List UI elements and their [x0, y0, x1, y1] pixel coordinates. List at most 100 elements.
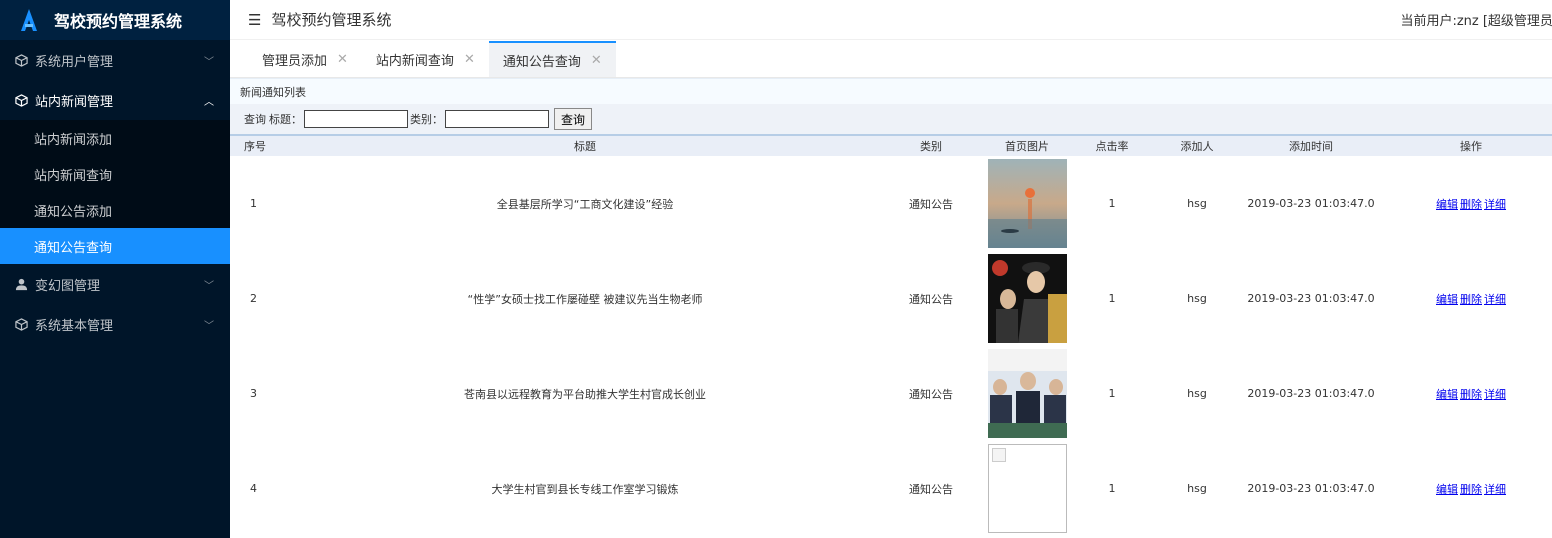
menu-system-users[interactable]: 系统用户管理 ﹀ [0, 40, 230, 80]
col-actions: 操作 [1380, 136, 1552, 156]
cell-category: 通知公告 [909, 482, 953, 496]
sidebar-item-news-add[interactable]: 站内新闻添加 [0, 120, 230, 156]
cube-icon [14, 317, 28, 331]
cell-clicks: 1 [1108, 197, 1116, 210]
current-user: 当前用户:znz [超级管理员] [1400, 14, 1552, 29]
news-table: 序号 标题 类别 首页图片 点击率 添加人 添加时间 操作 1 全县基层所学习“… [230, 136, 1552, 536]
cube-icon [14, 93, 28, 107]
edit-link[interactable]: 编辑 [1436, 293, 1458, 306]
impressionist-sunrise-image [987, 159, 1067, 248]
cell-category: 通知公告 [909, 292, 953, 306]
submenu-site-news: 站内新闻添加 站内新闻查询 通知公告添加 通知公告查询 [0, 120, 230, 264]
table-row: 1 全县基层所学习“工商文化建设”经验 通知公告 1 hsg 2019-03-2… [230, 156, 1552, 251]
detail-link[interactable]: 详细 [1484, 293, 1506, 306]
cell-category: 通知公告 [909, 387, 953, 401]
cell-title: 大学生村官到县长专线工作室学习锻炼 [491, 482, 679, 496]
edit-link[interactable]: 编辑 [1436, 388, 1458, 401]
main-content: 新闻通知列表 查询 标题： 类别： 查询 序号 标题 类别 首页图片 点击率 添… [230, 78, 1552, 538]
close-icon[interactable]: ✕ [464, 52, 475, 67]
menu-system-basic[interactable]: 系统基本管理 ﹀ [0, 304, 230, 344]
category-search-input[interactable] [445, 110, 549, 128]
cell-clicks: 1 [1108, 292, 1116, 305]
cell-title: “性学”女硕士找工作屡碰壁 被建议先当生物老师 [467, 292, 703, 306]
menu-fold-icon[interactable]: ☰ [248, 11, 261, 29]
col-category: 类别 [880, 136, 982, 156]
detail-link[interactable]: 详细 [1484, 388, 1506, 401]
table-row: 3 苍南县以远程教育为平台助推大学生村官成长创业 通知公告 1 hsg 2019… [230, 346, 1552, 441]
detail-link[interactable]: 详细 [1484, 198, 1506, 211]
tab-label: 站内新闻查询 [375, 53, 454, 69]
menu-label: 系统基本管理 [35, 318, 114, 334]
delete-link[interactable]: 删除 [1460, 388, 1482, 401]
col-no: 序号 [230, 136, 290, 156]
cell-actions: 编辑 删除 详细 [1380, 441, 1552, 536]
cell-actions: 编辑 删除 详细 [1380, 346, 1552, 441]
cell-category: 通知公告 [909, 197, 953, 211]
menu-label: 站内新闻管理 [35, 94, 114, 110]
tab-label: 通知公告查询 [502, 54, 581, 70]
delete-link[interactable]: 删除 [1460, 198, 1482, 211]
category-label: 类别： [410, 113, 443, 126]
cell-image [982, 346, 1072, 441]
delete-link[interactable]: 删除 [1460, 293, 1482, 306]
search-button[interactable]: 查询 [554, 108, 593, 130]
cell-image [982, 251, 1072, 346]
user-icon [14, 277, 28, 291]
cell-time: 2019-03-23 01:03:47.0 [1247, 387, 1375, 400]
col-clicks: 点击率 [1072, 136, 1152, 156]
chevron-down-icon: ﹀ [204, 56, 214, 68]
cell-no: 4 [250, 482, 257, 495]
tab-news-query[interactable]: 站内新闻查询 ✕ [362, 41, 489, 77]
cell-time: 2019-03-23 01:03:47.0 [1247, 197, 1375, 210]
title-search-input[interactable] [304, 110, 408, 128]
header-title: 驾校预约管理系统 [271, 11, 392, 29]
broken-image-icon [987, 444, 1067, 533]
cell-no: 1 [250, 197, 257, 210]
col-title: 标题 [290, 136, 880, 156]
app-logo-bar: 驾校预约管理系统 [0, 0, 230, 40]
detail-link[interactable]: 详细 [1484, 483, 1506, 496]
title-label: 标题： [269, 113, 302, 126]
cell-image [982, 441, 1072, 536]
cell-clicks: 1 [1108, 482, 1116, 495]
cell-title: 全县基层所学习“工商文化建设”经验 [496, 197, 674, 211]
table-row: 2 “性学”女硕士找工作屡碰壁 被建议先当生物老师 通知公告 1 hsg 201… [230, 251, 1552, 346]
menu-label: 变幻图管理 [35, 278, 101, 294]
tab-admin-add[interactable]: 管理员添加 ✕ [248, 41, 362, 77]
table-row: 4 大学生村官到县长专线工作室学习锻炼 通知公告 1 hsg 2019-03-2… [230, 441, 1552, 536]
cell-time: 2019-03-23 01:03:47.0 [1247, 292, 1375, 305]
menu-site-news[interactable]: 站内新闻管理 ︿ [0, 80, 230, 120]
cell-no: 2 [250, 292, 257, 305]
sidebar-item-notice-add[interactable]: 通知公告添加 [0, 192, 230, 228]
cell-actions: 编辑 删除 详细 [1380, 251, 1552, 346]
search-bar: 查询 标题： 类别： 查询 [230, 104, 1552, 136]
col-author: 添加人 [1152, 136, 1242, 156]
tab-label: 管理员添加 [262, 53, 328, 69]
cell-image [982, 156, 1072, 251]
cell-clicks: 1 [1108, 387, 1116, 400]
edit-link[interactable]: 编辑 [1436, 483, 1458, 496]
search-prefix: 查询 [244, 113, 266, 126]
close-icon[interactable]: ✕ [591, 53, 602, 68]
cell-author: hsg [1187, 197, 1207, 210]
col-image: 首页图片 [982, 136, 1072, 156]
sidebar-item-news-query[interactable]: 站内新闻查询 [0, 156, 230, 192]
col-time: 添加时间 [1242, 136, 1380, 156]
menu-banner[interactable]: 变幻图管理 ﹀ [0, 264, 230, 304]
broken-image-glyph [991, 448, 1006, 462]
sidebar: 驾校预约管理系统 系统用户管理 ﹀ 站内新闻管理 ︿ 站内新闻添加 站内新闻查询… [0, 0, 230, 538]
cell-time: 2019-03-23 01:03:47.0 [1247, 482, 1375, 495]
delete-link[interactable]: 删除 [1460, 483, 1482, 496]
chevron-down-icon: ﹀ [204, 280, 214, 292]
sidebar-item-notice-query[interactable]: 通知公告查询 [0, 228, 230, 264]
chevron-up-icon: ︿ [204, 96, 214, 108]
header: ☰ 驾校预约管理系统 当前用户:znz [超级管理员] [230, 0, 1552, 40]
close-icon[interactable]: ✕ [337, 52, 348, 67]
tab-notice-query[interactable]: 通知公告查询 ✕ [488, 41, 616, 77]
edit-link[interactable]: 编辑 [1436, 198, 1458, 211]
cell-title: 苍南县以远程教育为平台助推大学生村官成长创业 [464, 387, 706, 401]
meeting-photo-image [987, 349, 1067, 438]
cell-author: hsg [1187, 387, 1207, 400]
cube-icon [14, 53, 28, 67]
cell-no: 3 [250, 387, 257, 400]
